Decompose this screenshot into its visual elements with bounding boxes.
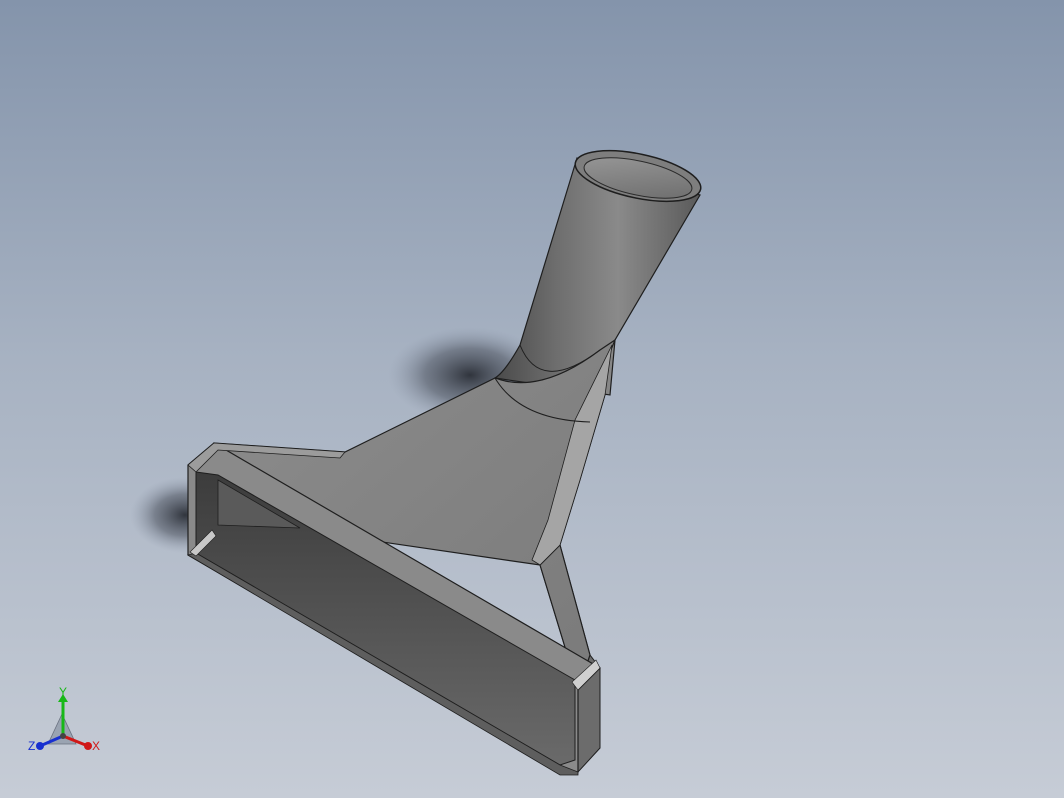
x-axis-label: X (92, 739, 100, 753)
y-axis-label: Y (59, 685, 67, 699)
axis-triad-icon: Y X Z (28, 685, 100, 753)
axis-triad[interactable]: Y X Z (26, 684, 106, 756)
z-axis-label: Z (28, 739, 35, 753)
graphics-viewport[interactable]: Y X Z (0, 0, 1064, 798)
nozzle-part-model[interactable] (0, 0, 1064, 798)
